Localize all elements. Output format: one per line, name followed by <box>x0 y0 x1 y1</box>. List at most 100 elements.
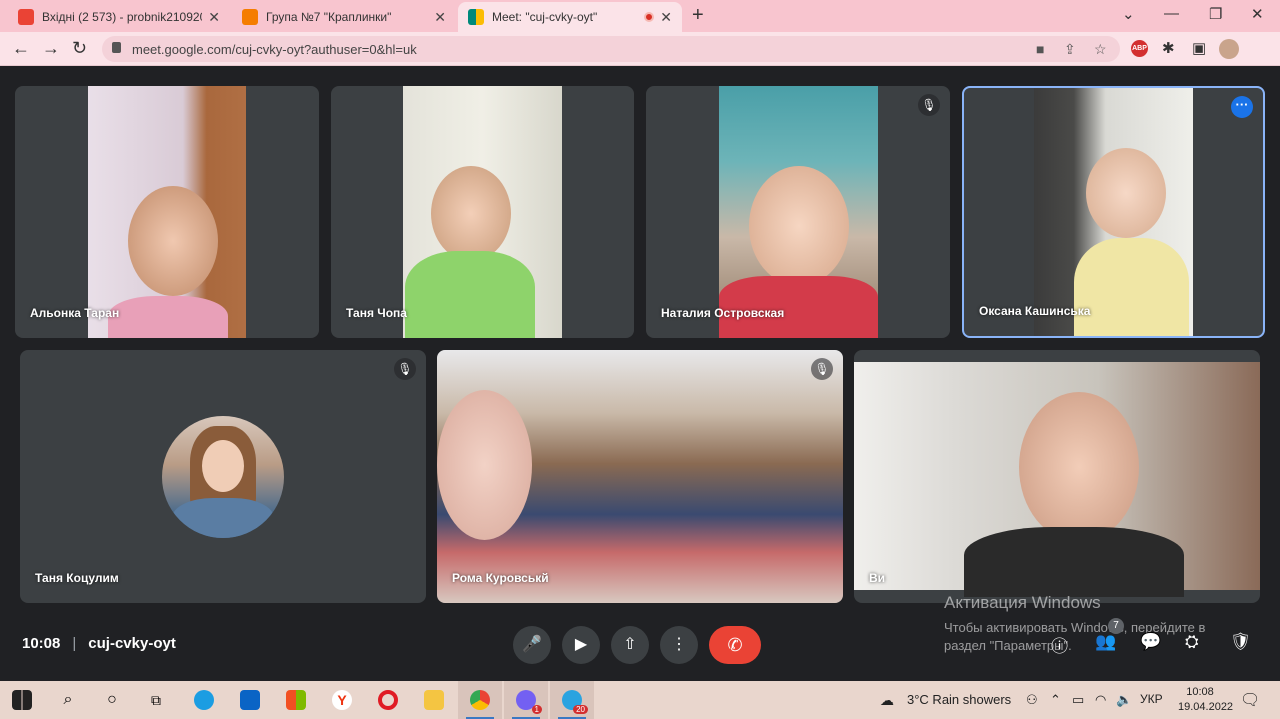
notifications-icon[interactable]: 🗨 <box>1240 690 1260 710</box>
people-tray-icon[interactable]: ⚇ <box>1026 692 1038 708</box>
taskbar-opera[interactable] <box>366 681 410 719</box>
side-panel-icon[interactable]: ▣ <box>1192 39 1206 57</box>
participant-tile-speaking[interactable]: ··· Оксана Кашинська <box>962 86 1265 338</box>
taskbar-store[interactable] <box>274 681 318 719</box>
adblock-icon[interactable]: ABP <box>1131 40 1148 57</box>
close-icon[interactable]: ✕ <box>208 9 220 26</box>
task-view-button[interactable]: ⧉ <box>134 681 178 719</box>
participant-video <box>437 350 843 603</box>
tab-search-icon[interactable]: ⌄ <box>1122 5 1135 23</box>
meet-icon <box>468 9 484 25</box>
volume-icon[interactable]: 🔈 <box>1116 692 1132 708</box>
cortana-icon: ○ <box>107 691 117 708</box>
participant-face <box>431 166 511 261</box>
mail-icon <box>240 690 260 710</box>
participant-tile[interactable]: 🎙 Таня Коцулим <box>20 350 426 603</box>
tab-title: Група №7 "Краплинки" <box>266 10 392 24</box>
camera-button[interactable]: ▶ <box>562 626 600 664</box>
participant-tile[interactable]: Альонка Таран <box>15 86 319 338</box>
divider: | <box>72 635 77 652</box>
forward-icon[interactable]: → <box>42 38 60 59</box>
participant-tile[interactable]: Таня Чопа <box>331 86 634 338</box>
participant-video <box>403 86 562 338</box>
cortana-button[interactable]: ○ <box>90 681 134 719</box>
folder-icon <box>424 690 444 710</box>
extensions-icon[interactable]: ✱ <box>1162 39 1175 57</box>
tab-blogger[interactable]: Група №7 "Краплинки" ✕ <box>232 2 456 32</box>
participant-face <box>128 186 218 296</box>
taskbar-yandex[interactable]: Y <box>320 681 364 719</box>
camera-icon[interactable]: ■ <box>1036 41 1044 57</box>
close-icon[interactable]: ✕ <box>660 9 672 26</box>
share-icon[interactable]: ⇪ <box>1064 41 1076 58</box>
participant-clothes <box>405 251 535 338</box>
participant-avatar <box>162 416 284 538</box>
tab-gmail[interactable]: Вхідні (2 573) - probnik21092018 ✕ <box>8 2 230 32</box>
yandex-icon: Y <box>332 690 352 710</box>
activities-icon[interactable]: ⛭ <box>1185 632 1199 652</box>
taskbar-chrome[interactable] <box>458 681 502 719</box>
meeting-code: cuj-cvky-oyt <box>88 635 176 652</box>
participant-clothes <box>108 296 228 338</box>
participant-face <box>437 390 532 540</box>
participant-video <box>719 86 878 338</box>
more-options-button[interactable]: ⋮ <box>660 626 698 664</box>
windows-taskbar: ⌕ ○ ⧉ Y 1 20 <box>0 681 1280 719</box>
chevron-up-icon[interactable]: ⌃ <box>1050 692 1061 708</box>
minimize-button[interactable]: — <box>1164 5 1179 22</box>
mic-off-icon: 🎙 <box>394 358 416 380</box>
search-button[interactable]: ⌕ <box>46 681 90 719</box>
bookmark-star-icon[interactable]: ☆ <box>1094 41 1107 58</box>
meeting-details-icon[interactable]: ⓘ <box>1051 632 1068 657</box>
address-bar: ← → ↻ meet.google.com/cuj-cvky-oyt?authu… <box>0 32 1280 66</box>
tab-strip: Вхідні (2 573) - probnik21092018 ✕ Група… <box>0 0 1280 32</box>
participant-tile[interactable]: 🎙 Рома Куровськй <box>437 350 843 603</box>
taskbar-viber[interactable]: 1 <box>504 681 548 719</box>
maximize-button[interactable]: ❐ <box>1209 5 1222 23</box>
avatar-face <box>202 440 244 492</box>
gmail-icon <box>18 9 34 25</box>
taskbar-telegram[interactable]: 20 <box>550 681 594 719</box>
close-window-button[interactable]: ✕ <box>1251 5 1264 23</box>
tab-title: Вхідні (2 573) - probnik21092018 <box>42 10 203 24</box>
start-button[interactable] <box>0 681 44 719</box>
present-screen-button[interactable]: ⇧ <box>611 626 649 664</box>
microphone-button[interactable]: 🎤 <box>513 626 551 664</box>
edge-icon <box>194 690 214 710</box>
participant-clothes <box>1074 238 1189 336</box>
battery-icon[interactable]: ▭ <box>1072 692 1084 708</box>
people-count-badge: 7 <box>1108 618 1124 634</box>
end-call-button[interactable]: ✆ <box>709 626 761 664</box>
url-field[interactable]: meet.google.com/cuj-cvky-oyt?authuser=0&… <box>102 36 1120 62</box>
participant-tile-self[interactable]: Ви <box>854 350 1260 603</box>
reload-icon[interactable]: ↻ <box>72 38 87 59</box>
participant-face <box>1019 392 1139 542</box>
mic-off-icon: 🎙 <box>811 358 833 380</box>
new-tab-button[interactable]: + <box>692 4 704 27</box>
more-options-icon[interactable]: ··· <box>1231 96 1253 118</box>
avatar-clothes <box>172 498 274 538</box>
taskbar-edge[interactable] <box>182 681 226 719</box>
host-controls-icon[interactable]: 🛡 <box>1230 632 1252 652</box>
people-icon[interactable]: 👥 <box>1095 632 1116 652</box>
url-text: meet.google.com/cuj-cvky-oyt?authuser=0&… <box>132 42 417 57</box>
participant-name: Альонка Таран <box>30 306 120 320</box>
windows-logo-icon <box>12 690 32 710</box>
language-indicator[interactable]: УКР <box>1140 692 1163 706</box>
profile-avatar[interactable] <box>1219 39 1239 59</box>
back-icon[interactable]: ← <box>12 38 30 59</box>
wifi-icon[interactable]: ◠ <box>1095 692 1106 708</box>
participant-tile[interactable]: 🎙 Наталия Островская <box>646 86 950 338</box>
chrome-icon <box>470 690 490 710</box>
participant-clothes <box>964 527 1184 597</box>
clock[interactable]: 10:08 19.04.2022 <box>1178 685 1233 715</box>
close-icon[interactable]: ✕ <box>434 9 446 26</box>
chat-icon[interactable]: 💬 <box>1140 632 1161 652</box>
participant-name: Ви <box>869 571 886 585</box>
weather-text[interactable]: 3°C Rain showers <box>907 692 1011 707</box>
taskbar-mail[interactable] <box>228 681 272 719</box>
tab-meet[interactable]: Meet: "cuj-cvky-oyt" ✕ <box>458 2 682 32</box>
tab-title: Meet: "cuj-cvky-oyt" <box>492 10 598 24</box>
meeting-info: 10:08 | cuj-cvky-oyt <box>22 635 176 652</box>
taskbar-explorer[interactable] <box>412 681 456 719</box>
